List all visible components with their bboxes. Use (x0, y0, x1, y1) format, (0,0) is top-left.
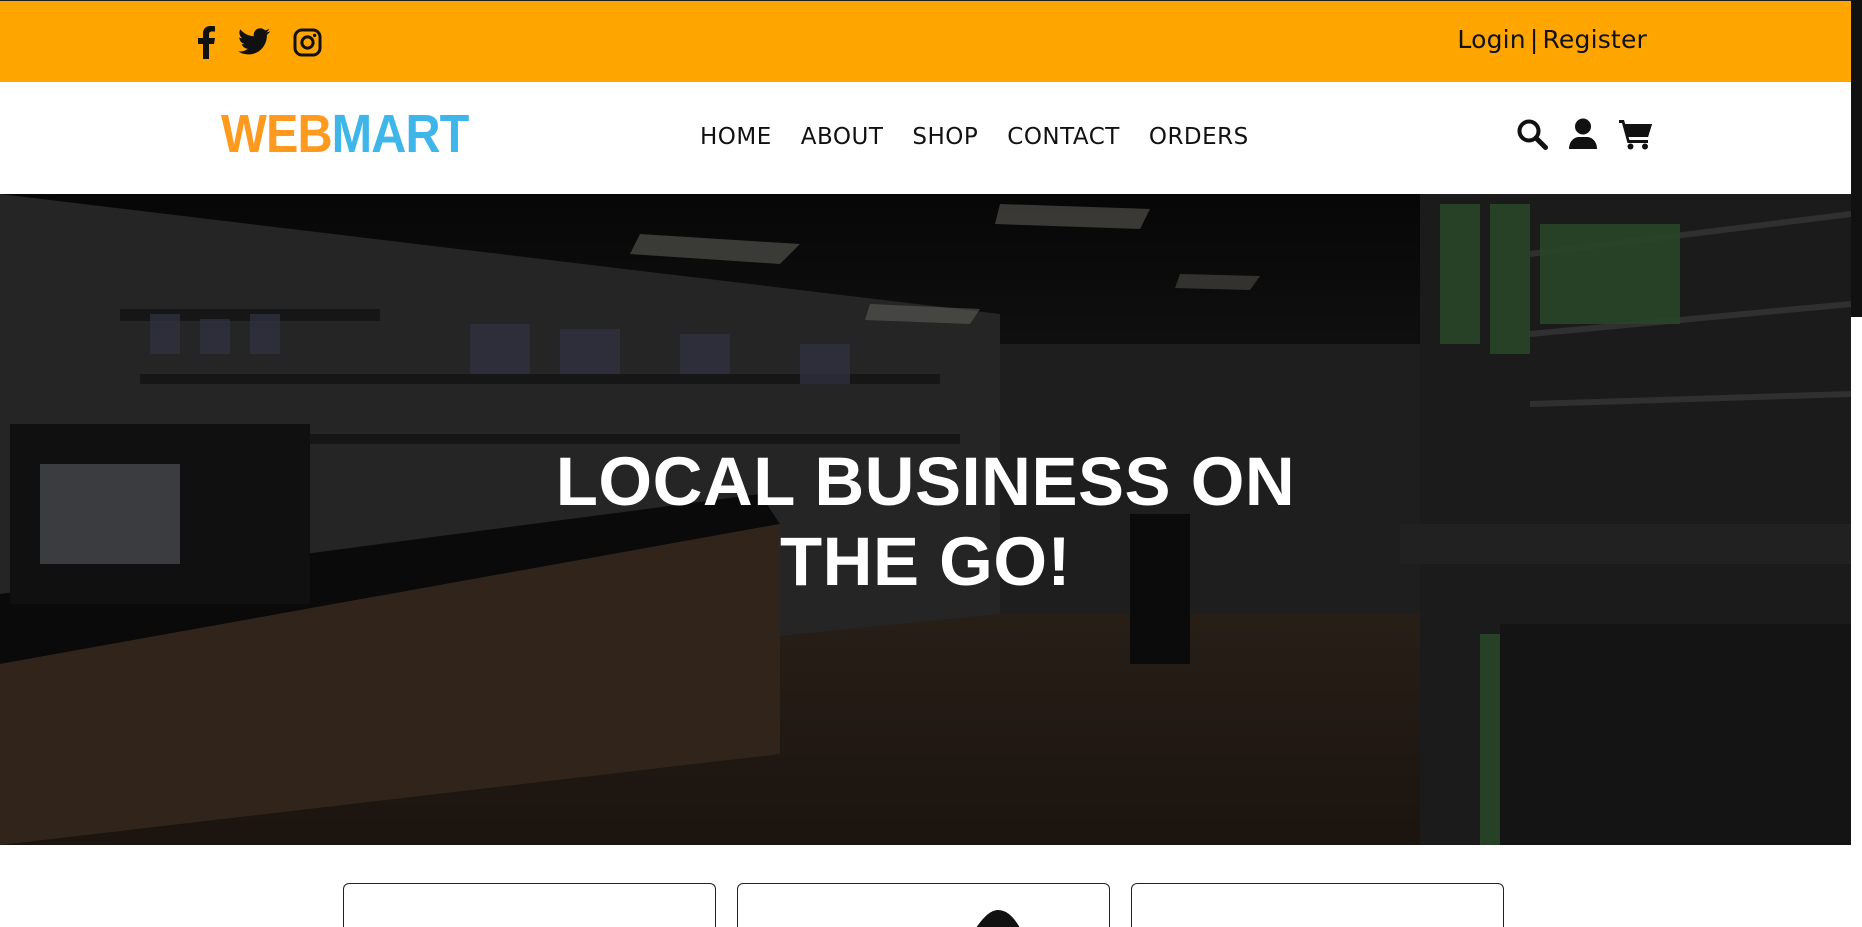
instagram-link[interactable] (293, 28, 322, 57)
site-logo[interactable]: WEBMART (221, 104, 470, 164)
cart-icon[interactable] (1618, 118, 1654, 150)
product-card[interactable] (343, 883, 716, 927)
product-image (976, 910, 1020, 927)
login-link[interactable]: Login (1457, 25, 1525, 54)
logo-mart: MART (331, 104, 470, 164)
product-card[interactable] (1131, 883, 1504, 927)
product-card[interactable] (737, 883, 1110, 927)
header-tools (1516, 118, 1654, 150)
top-bar: Login | Register (0, 0, 1851, 82)
register-link[interactable]: Register (1542, 25, 1647, 54)
auth-links: Login | Register (1457, 25, 1647, 54)
social-links (196, 25, 322, 59)
nav-item-home[interactable]: HOME (700, 124, 772, 150)
hero-banner: LOCAL BUSINESS ON THE GO! (0, 194, 1851, 845)
user-icon[interactable] (1568, 118, 1598, 150)
nav-menu: HOME ABOUT SHOP CONTACT ORDERS (700, 124, 1249, 150)
instagram-icon (293, 28, 322, 57)
page: Login | Register WEBMART HOME ABOUT SHOP C… (0, 0, 1851, 927)
hero-title-line2: THE GO! (780, 523, 1071, 600)
nav-item-shop[interactable]: SHOP (912, 124, 978, 150)
hero-title: LOCAL BUSINESS ON THE GO! (0, 442, 1851, 602)
hero-title-line1: LOCAL BUSINESS ON (555, 443, 1296, 520)
main-navbar: WEBMART HOME ABOUT SHOP CONTACT ORDERS (0, 82, 1851, 194)
auth-separator: | (1529, 25, 1539, 54)
logo-web: WEB (221, 104, 333, 164)
nav-item-orders[interactable]: ORDERS (1149, 124, 1249, 150)
twitter-link[interactable] (238, 28, 271, 56)
search-icon[interactable] (1516, 118, 1548, 150)
facebook-link[interactable] (196, 25, 216, 59)
facebook-icon (196, 25, 216, 59)
scrollbar-thumb[interactable] (1851, 0, 1862, 317)
nav-item-contact[interactable]: CONTACT (1007, 124, 1120, 150)
product-cards (0, 845, 1851, 927)
twitter-icon (238, 28, 271, 56)
nav-item-about[interactable]: ABOUT (801, 124, 884, 150)
